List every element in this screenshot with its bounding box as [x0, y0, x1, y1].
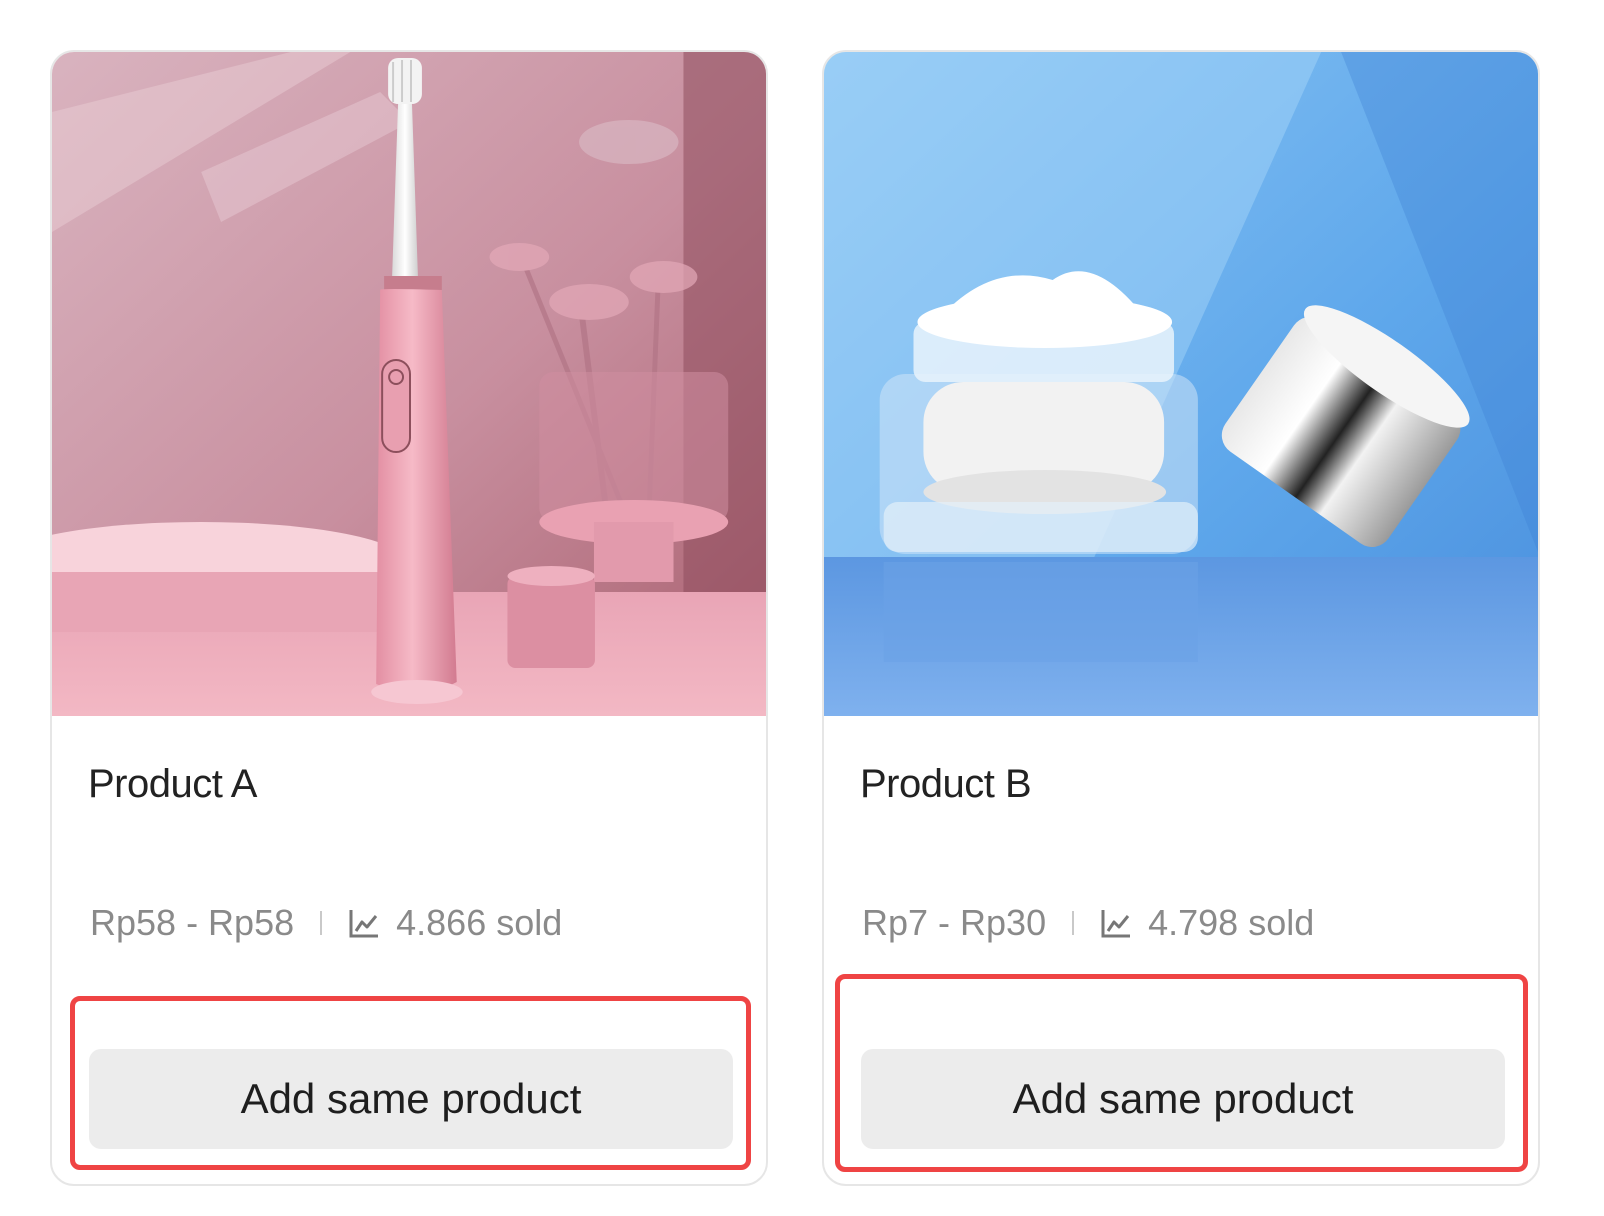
price-range: Rp58 - Rp58: [90, 902, 295, 943]
divider: [1072, 911, 1075, 935]
add-same-product-button[interactable]: Add same product: [861, 1049, 1505, 1149]
sold-count: 4.798 sold: [1148, 902, 1315, 943]
trend-chart-icon: [1101, 910, 1131, 938]
product-title: Product A: [88, 762, 257, 806]
product-image-cream-jar[interactable]: [824, 52, 1538, 716]
divider: [320, 911, 323, 935]
toothbrush-photo: [52, 52, 766, 716]
cream-jar-photo: [824, 52, 1538, 716]
product-card-b[interactable]: Product B Rp7 - Rp30 4.798 sold Add same…: [822, 50, 1540, 1186]
trend-chart-icon: [349, 910, 379, 938]
product-image-toothbrush[interactable]: [52, 52, 766, 716]
price-range: Rp7 - Rp30: [862, 902, 1047, 943]
product-title: Product B: [860, 762, 1032, 806]
product-meta: Rp58 - Rp58 4.866 sold: [90, 902, 563, 943]
product-meta: Rp7 - Rp30 4.798 sold: [862, 902, 1315, 943]
sold-count: 4.866 sold: [396, 902, 563, 943]
add-same-product-button[interactable]: Add same product: [89, 1049, 733, 1149]
product-card-a[interactable]: Product A Rp58 - Rp58 4.866 sold Add sam…: [50, 50, 768, 1186]
